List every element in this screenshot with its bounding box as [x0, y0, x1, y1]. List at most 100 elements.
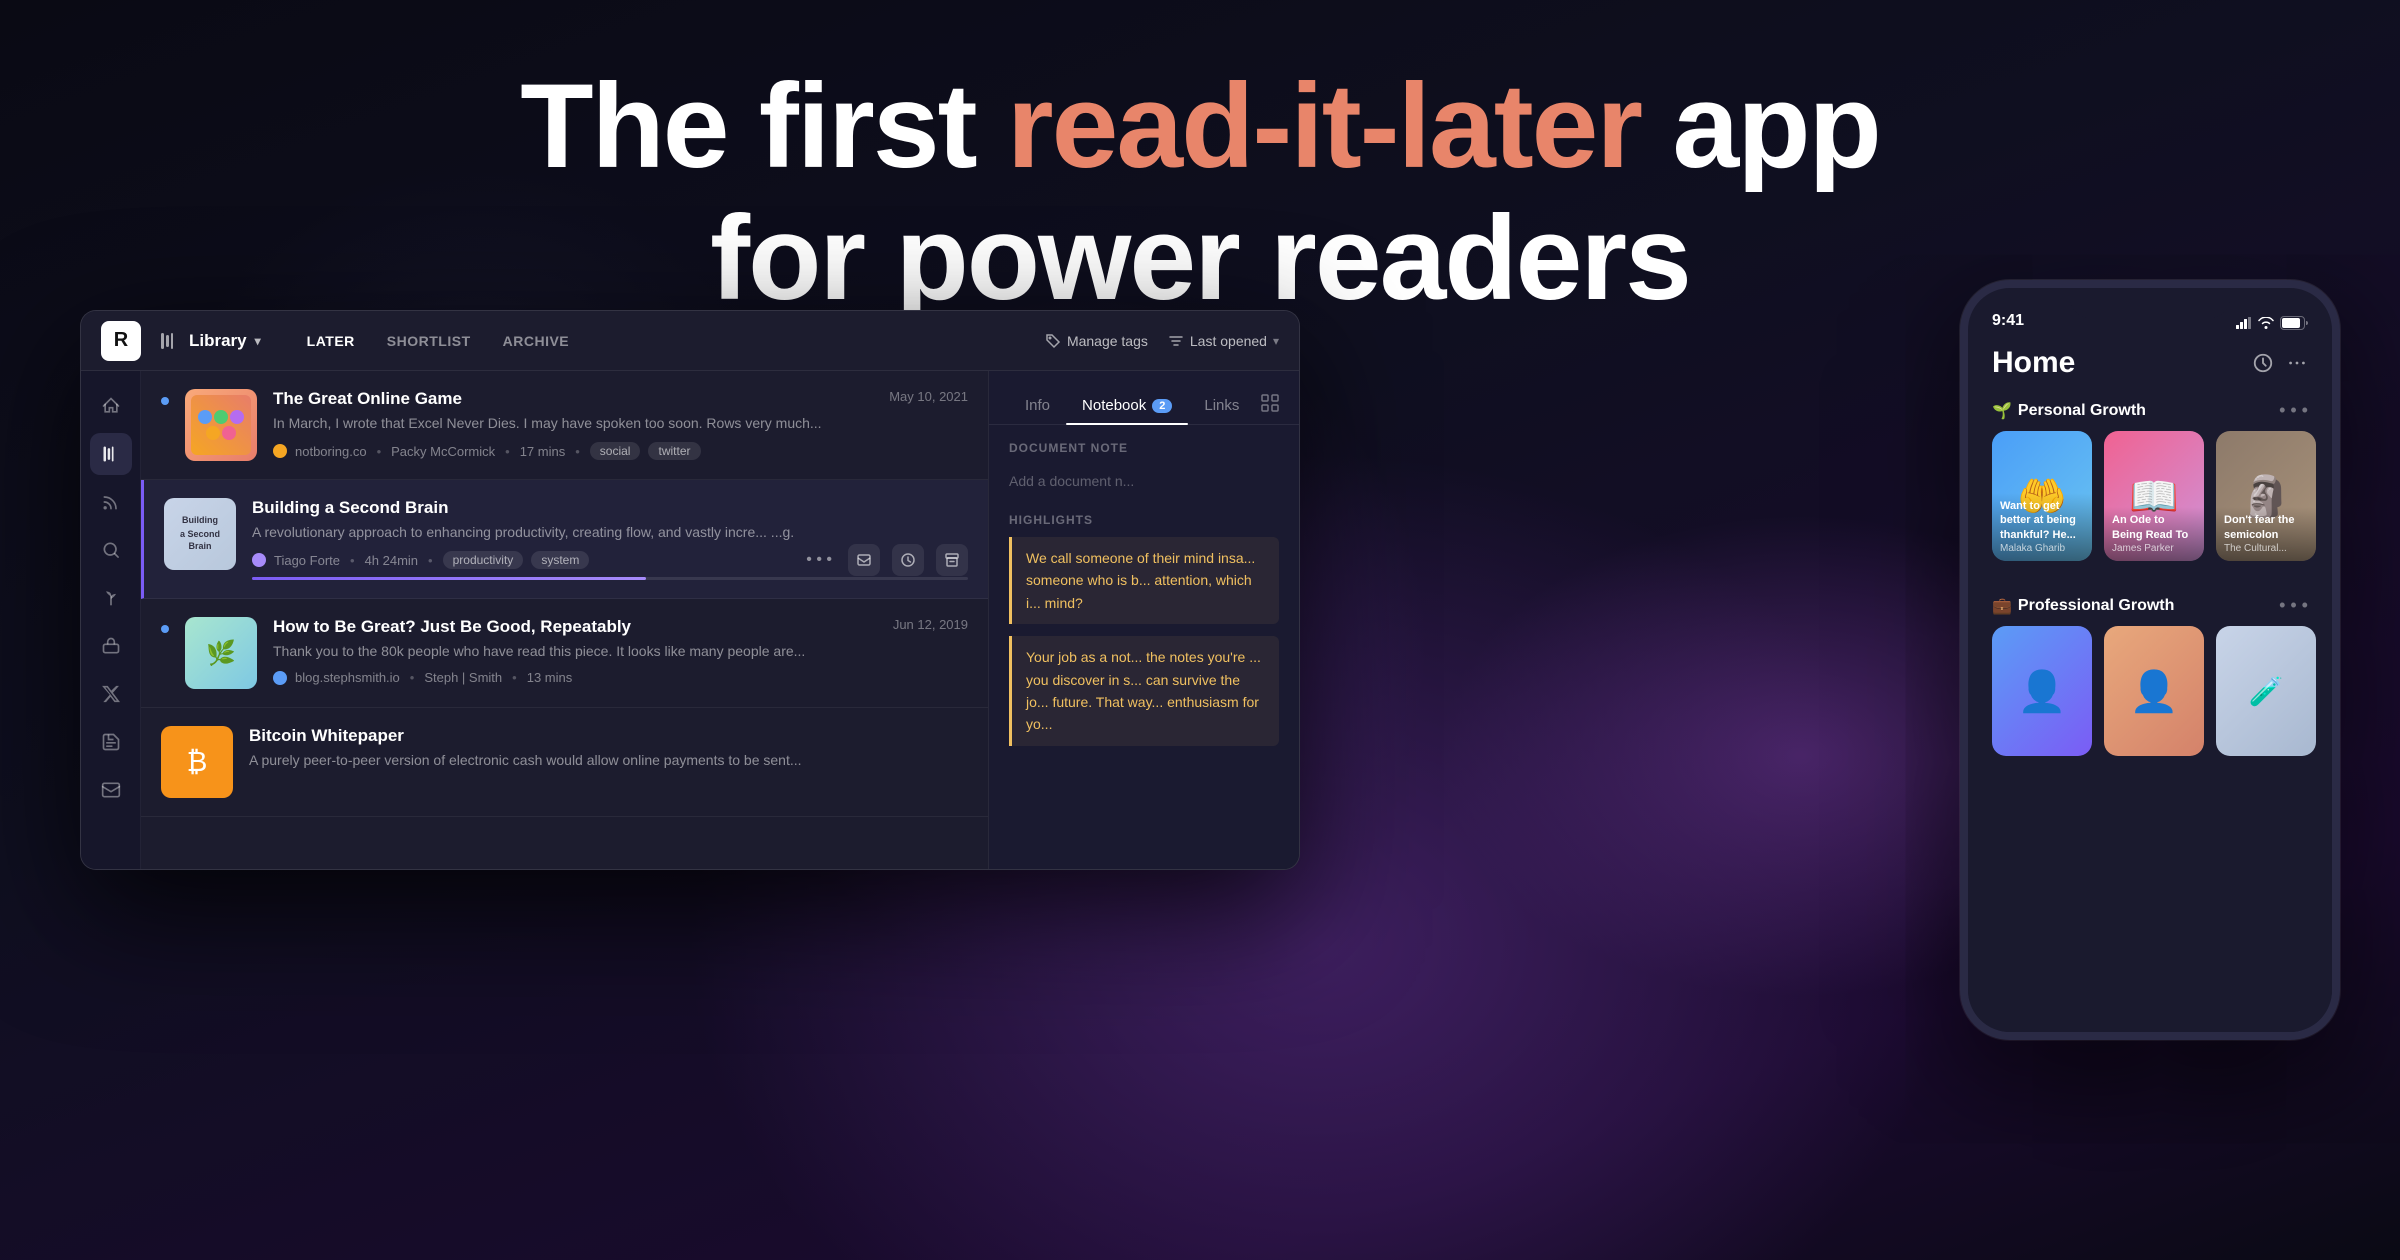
- tag-productivity[interactable]: productivity: [443, 551, 524, 569]
- phone-card-ode-to-reading[interactable]: 📖 An Ode to Being Read To James Parker: [2104, 431, 2204, 561]
- clock-action-button[interactable]: [892, 544, 924, 576]
- tab-shortlist[interactable]: SHORTLIST: [373, 327, 485, 355]
- highlight-item-1[interactable]: We call someone of their mind insa... so…: [1009, 537, 1279, 624]
- phone-section-more[interactable]: • • •: [2279, 400, 2308, 421]
- sidebar-icon-document[interactable]: [90, 721, 132, 763]
- nav-library[interactable]: Library ▾: [161, 331, 261, 351]
- highlight-item-2[interactable]: Your job as a not... the notes you're ..…: [1009, 636, 1279, 746]
- article-content-great-online-game: The Great Online Game May 10, 2021 In Ma…: [273, 389, 968, 460]
- article-author: Packy McCormick: [391, 444, 495, 459]
- sidebar-icon-toolbox[interactable]: [90, 625, 132, 667]
- phone-section-professional-growth: 💼 Professional Growth • • • 👤 👤 🧪: [1968, 587, 2332, 764]
- source-dot: [273, 444, 287, 458]
- library-chevron: ▾: [255, 334, 261, 348]
- tag-social[interactable]: social: [590, 442, 641, 460]
- more-options-button[interactable]: • • •: [802, 544, 836, 576]
- sidebar-icon-feed[interactable]: [90, 481, 132, 523]
- feed-icon: [101, 492, 121, 512]
- grid-view-button[interactable]: [1261, 394, 1279, 417]
- article-header: Building a Second Brain: [252, 498, 968, 518]
- phone-more-icon[interactable]: [2286, 352, 2308, 374]
- tag-system[interactable]: system: [531, 551, 589, 569]
- archive-action-button[interactable]: [936, 544, 968, 576]
- sidebar-icon-search[interactable]: [90, 529, 132, 571]
- sidebar-icon-twitter[interactable]: [90, 673, 132, 715]
- tag-twitter[interactable]: twitter: [648, 442, 700, 460]
- phone-card-thankful[interactable]: 🤲 Want to get better at being thankful? …: [1992, 431, 2092, 561]
- source-dot: [273, 671, 287, 685]
- article-item-bitcoin-whitepaper[interactable]: ₿ Bitcoin Whitepaper A purely peer-to-pe…: [141, 708, 988, 817]
- grid-icon: [1261, 394, 1279, 412]
- highlights-label: HIGHLIGHTS: [1009, 513, 1279, 527]
- article-read-time: 4h 24min: [365, 553, 418, 568]
- article-source: Tiago Forte: [274, 553, 340, 568]
- sidebar-icon-home[interactable]: [90, 385, 132, 427]
- hero-line1: The first read-it-later app: [520, 59, 1880, 193]
- clock-action-icon: [901, 553, 915, 567]
- phone-cards-professional-growth: 👤 👤 🧪: [1968, 626, 2332, 756]
- mail-action-button[interactable]: [848, 544, 880, 576]
- document-note-section: DOCUMENT NOTE Add a document n...: [989, 425, 1299, 513]
- article-content-how-to-be-great: How to Be Great? Just Be Good, Repeatabl…: [273, 617, 968, 685]
- article-item-how-to-be-great[interactable]: 🌿 How to Be Great? Just Be Good, Repeata…: [141, 599, 988, 708]
- tab-info[interactable]: Info: [1009, 387, 1066, 424]
- signal-icon: [2236, 317, 2252, 329]
- hero-line2: for power readers: [710, 191, 1690, 325]
- phone-professional-more[interactable]: • • •: [2279, 595, 2308, 616]
- highlights-section: HIGHLIGHTS We call someone of their mind…: [989, 513, 1299, 869]
- article-read-time: 13 mins: [527, 670, 573, 685]
- manage-tags-button[interactable]: Manage tags: [1045, 333, 1148, 349]
- tab-links[interactable]: Links: [1188, 387, 1255, 424]
- article-date: May 10, 2021: [889, 389, 968, 404]
- window-titlebar: R Library ▾ LATER SHORTLIST ARCHIVE: [81, 311, 1299, 371]
- twitter-icon: [101, 684, 121, 704]
- phone-card-author-ode: James Parker: [2112, 542, 2196, 555]
- phone-card-author-semicolon: The Cultural...: [2224, 542, 2308, 555]
- article-thumbnail-how-to-be-great: 🌿: [185, 617, 257, 689]
- article-title: The Great Online Game: [273, 389, 462, 409]
- tab-notebook[interactable]: Notebook 2: [1066, 387, 1188, 424]
- article-content-bitcoin: Bitcoin Whitepaper A purely peer-to-peer…: [249, 726, 968, 779]
- sort-icon: [1168, 333, 1184, 349]
- home-icon: [101, 396, 121, 416]
- phone-card-semicolon[interactable]: 🗿 Don't fear the semicolon The Cultural.…: [2216, 431, 2316, 561]
- nav-tabs: LATER SHORTLIST ARCHIVE: [293, 327, 583, 355]
- article-author: Steph | Smith: [424, 670, 502, 685]
- phone-card-pro-2[interactable]: 👤: [2104, 626, 2204, 756]
- article-progress-fill: [252, 577, 646, 580]
- article-title: How to Be Great? Just Be Good, Repeatabl…: [273, 617, 631, 637]
- document-icon: [101, 732, 121, 752]
- plant-icon: [101, 588, 121, 608]
- article-excerpt: In March, I wrote that Excel Never Dies.…: [273, 413, 968, 434]
- article-meta: notboring.co • Packy McCormick • 17 mins…: [273, 442, 968, 460]
- right-panel-tabs: Info Notebook 2 Links: [989, 371, 1299, 425]
- sidebar-icon-growth[interactable]: [90, 577, 132, 619]
- phone-card-label-ode: An Ode to Being Read To James Parker: [2104, 507, 2204, 561]
- sort-chevron: ▾: [1273, 334, 1279, 348]
- library-books-icon: [101, 444, 121, 464]
- phone-section-header-professional: 💼 Professional Growth • • •: [1968, 595, 2332, 626]
- article-excerpt: A purely peer-to-peer version of electro…: [249, 750, 968, 771]
- phone-screen: Home 🌱: [1968, 338, 2332, 1032]
- sidebar-icon-library[interactable]: [90, 433, 132, 475]
- tab-later[interactable]: LATER: [293, 327, 369, 355]
- article-item-building-second-brain[interactable]: Building a Second Brain Building a Secon…: [141, 480, 988, 599]
- document-note-input[interactable]: Add a document n...: [1009, 465, 1279, 497]
- titlebar-actions: Manage tags Last opened ▾: [1045, 333, 1279, 349]
- tab-archive[interactable]: ARCHIVE: [489, 327, 584, 355]
- phone-card-pro-1[interactable]: 👤: [1992, 626, 2092, 756]
- phone-section-title-professional: 💼 Professional Growth: [1992, 596, 2174, 616]
- phone-card-pro-3[interactable]: 🧪: [2216, 626, 2316, 756]
- phone-card-label-semicolon: Don't fear the semicolon The Cultural...: [2216, 507, 2316, 561]
- article-header: The Great Online Game May 10, 2021: [273, 389, 968, 409]
- phone-status-icons: [2236, 316, 2308, 330]
- phone-time: 9:41: [1992, 312, 2024, 330]
- article-header: Bitcoin Whitepaper: [249, 726, 968, 746]
- article-excerpt: Thank you to the 80k people who have rea…: [273, 641, 968, 662]
- phone-card-label-thankful: Want to get better at being thankful? He…: [1992, 493, 2092, 561]
- phone-clock-icon[interactable]: [2252, 352, 2274, 374]
- sort-button[interactable]: Last opened ▾: [1168, 333, 1279, 349]
- window-logo: R: [101, 321, 141, 361]
- sidebar-icon-mail[interactable]: [90, 769, 132, 811]
- article-item-great-online-game[interactable]: The Great Online Game May 10, 2021 In Ma…: [141, 371, 988, 480]
